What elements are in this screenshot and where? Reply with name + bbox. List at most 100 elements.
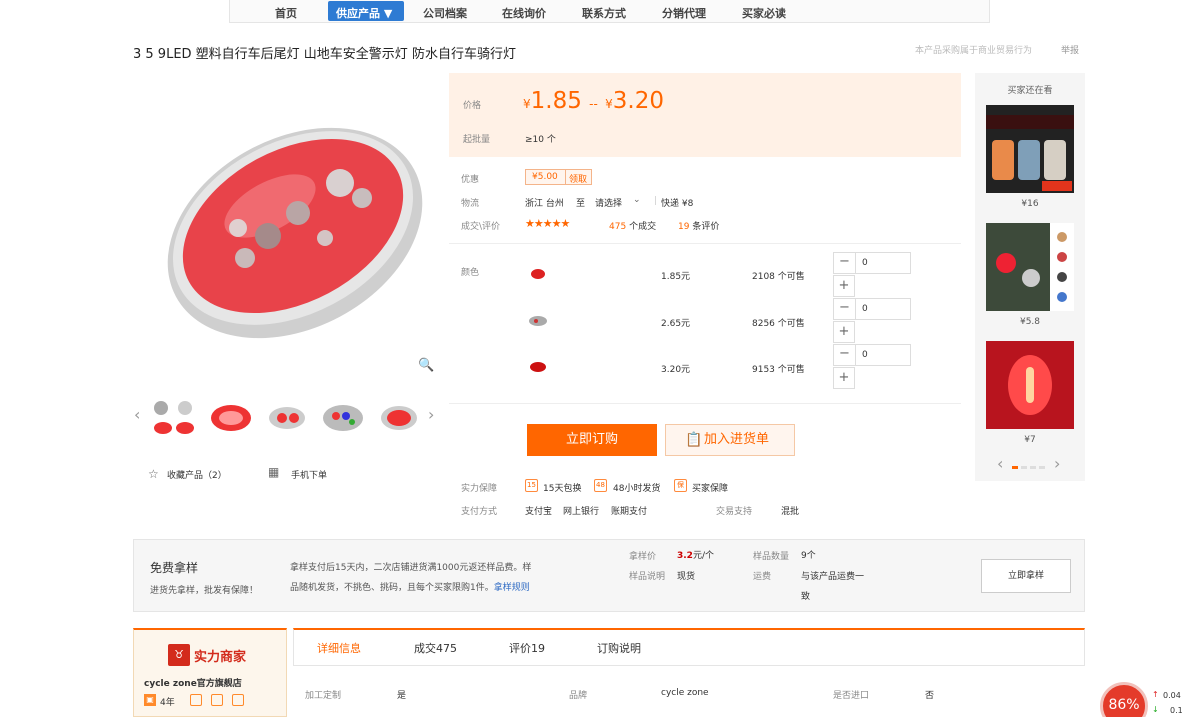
separator: | (654, 196, 658, 206)
gallery-prev-icon[interactable]: ‹ (134, 405, 140, 424)
guarantee-item[interactable]: 买家保障 (692, 481, 728, 494)
guarantee-label: 实力保障 (461, 484, 498, 494)
guarantee-icon (211, 694, 223, 706)
nav-products[interactable]: 供应产品 ▼ (328, 1, 404, 21)
trade-support-label: 交易支持 (716, 507, 753, 517)
performance-widget[interactable]: 86% (1100, 682, 1148, 717)
divider (449, 403, 961, 404)
deal-count[interactable]: 475 个成交 (609, 219, 656, 232)
guarantee-item[interactable]: 15天包换 (543, 481, 581, 494)
shop-card: ♉ 实力商家 cycle zone官方旗舰店 ▣ 4年 (133, 628, 287, 717)
tab-deals[interactable]: 成交475 (414, 640, 457, 656)
carousel-dots (1012, 461, 1048, 472)
attr-label: 是否进口 (833, 691, 870, 701)
qrcode-icon[interactable]: ▦ (268, 465, 279, 479)
trade-notice: 本产品采购属于商业贸易行为 (915, 46, 1033, 56)
variant-thumbnail[interactable] (527, 357, 549, 375)
favorite-link[interactable]: 收藏产品（2） (167, 468, 227, 481)
price-range: ¥1.85 -- ¥3.20 (523, 88, 665, 114)
ship-to-label: 至 (576, 199, 586, 209)
shield-icon: 保 (674, 479, 687, 492)
moq-label: 起批量 (463, 135, 491, 145)
nav-buyer-guide[interactable]: 买家必读 (742, 5, 786, 21)
tab-details[interactable]: 详细信息 (317, 640, 361, 656)
guarantee-icon (232, 694, 244, 706)
quantity-stepper[interactable]: −0 (833, 344, 911, 366)
main-product-image (150, 88, 440, 378)
shop-name[interactable]: cycle zone官方旗舰店 (144, 676, 242, 689)
freight-value: 与该产品运费一 (801, 572, 865, 582)
thumbnail[interactable] (206, 396, 256, 440)
rating-stars-icon: ★★★★★ (525, 217, 570, 230)
nav-home[interactable]: 首页 (275, 5, 297, 21)
moq-value: ≥10 个 (525, 135, 556, 145)
price-label: 价格 (463, 101, 482, 111)
thumbnail[interactable] (262, 396, 312, 440)
sample-price-label: 拿样价 (629, 552, 657, 562)
bull-icon: ♉ (168, 644, 190, 666)
sample-qty: 9个 (801, 551, 816, 561)
variant-thumbnail[interactable] (527, 311, 549, 329)
related-product-image[interactable] (986, 341, 1074, 429)
minus-icon[interactable]: − (834, 253, 856, 273)
tab-order-info[interactable]: 订购说明 (597, 640, 641, 656)
zoom-icon[interactable]: 🔍 (418, 358, 438, 378)
exchange-icon: 15 (525, 479, 538, 492)
nav-distribution[interactable]: 分销代理 (662, 5, 706, 21)
minus-icon[interactable]: − (834, 345, 856, 365)
variant-stock: 9153 个可售 (752, 365, 805, 375)
side-next-icon[interactable]: › (1054, 454, 1060, 473)
shop-badge: 实力商家 (194, 650, 247, 665)
calendar-icon: ▣ (144, 694, 156, 706)
freight-value: 致 (801, 592, 811, 602)
plus-icon[interactable]: + (833, 367, 855, 389)
sample-note-label: 样品说明 (629, 572, 666, 582)
guarantee-item[interactable]: 48小时发货 (613, 481, 660, 494)
add-to-cart-button[interactable]: 📋 加入进货单 (665, 424, 795, 456)
star-outline-icon[interactable]: ☆ (148, 467, 159, 481)
minus-icon[interactable]: − (834, 299, 856, 319)
coupon-claim: 领取 (569, 175, 588, 185)
free-sample-bar (133, 539, 1085, 612)
nav-company[interactable]: 公司档案 (423, 5, 467, 21)
thumbnail[interactable] (374, 396, 424, 440)
payment-label: 支付方式 (461, 507, 498, 517)
nav-contact[interactable]: 联系方式 (582, 5, 626, 21)
related-product-image[interactable] (986, 223, 1074, 311)
destination-select[interactable]: 请选择 (595, 196, 622, 209)
sample-rules-link[interactable]: 拿样规则 (494, 583, 530, 593)
buy-now-button[interactable]: 立即订购 (527, 424, 657, 456)
payment-method: 网上银行 (563, 507, 600, 517)
quantity-stepper[interactable]: −0 (833, 298, 911, 320)
plus-icon[interactable]: + (833, 321, 855, 343)
chevron-down-icon[interactable]: ⌄ (633, 195, 641, 205)
upload-speed: 0.04 (1163, 691, 1181, 700)
download-speed: 0.1 (1170, 706, 1183, 715)
quantity-stepper[interactable]: −0 (833, 252, 911, 274)
side-prev-icon[interactable]: ‹ (997, 454, 1003, 473)
mobile-order-link[interactable]: 手机下单 (291, 468, 327, 481)
shop-years: 4年 (160, 698, 175, 708)
clipboard-icon: 📋 (685, 432, 703, 448)
guarantee-icon (190, 694, 202, 706)
detail-tabs: 详细信息 成交475 评价19 订购说明 (293, 628, 1085, 666)
attr-label: 品牌 (569, 691, 588, 701)
nav-inquiry[interactable]: 在线询价 (502, 5, 546, 21)
variant-price: 1.85元 (661, 272, 691, 282)
top-nav: 首页 供应产品 ▼ 公司档案 在线询价 联系方式 分销代理 买家必读 (229, 0, 990, 23)
tab-reviews[interactable]: 评价19 (509, 640, 545, 656)
coupon-badge[interactable]: ¥5.00 领取 (525, 169, 592, 185)
gallery-next-icon[interactable]: › (428, 405, 434, 424)
plus-icon[interactable]: + (833, 275, 855, 297)
get-sample-button[interactable]: 立即拿样 (981, 559, 1071, 593)
logistics-label: 物流 (461, 199, 480, 209)
deal-label: 成交\评价 (461, 222, 501, 232)
variant-thumbnail[interactable] (527, 264, 549, 282)
sample-title: 免费拿样 (150, 561, 199, 575)
thumbnail[interactable] (318, 396, 368, 440)
review-count[interactable]: 19 条评价 (678, 219, 719, 232)
thumbnail[interactable] (149, 396, 199, 440)
arrow-down-icon: ↓ (1152, 705, 1159, 714)
related-product-image[interactable] (986, 105, 1074, 193)
report-link[interactable]: 举报 (1061, 43, 1079, 56)
